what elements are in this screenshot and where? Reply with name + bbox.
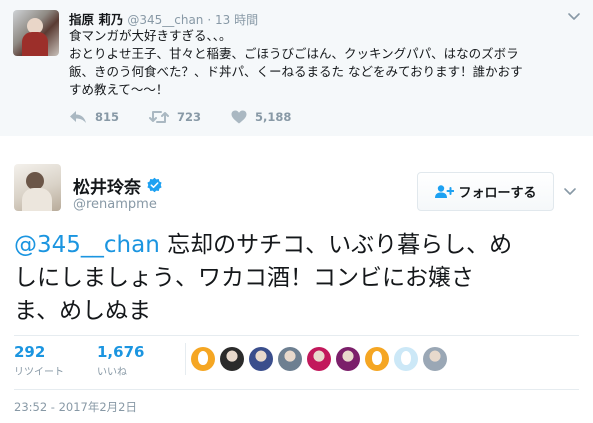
mention-link[interactable]: @345__chan xyxy=(14,232,160,258)
retweet-count: 723 xyxy=(177,110,202,124)
retweet-stat[interactable]: 292 リツイート xyxy=(14,343,64,378)
follow-button[interactable]: フォローする xyxy=(417,172,554,211)
liker-avatar[interactable] xyxy=(394,347,418,371)
parent-author-handle[interactable]: @345__chan xyxy=(127,13,203,27)
reply-icon xyxy=(70,111,86,123)
liker-avatars xyxy=(191,347,452,373)
divider xyxy=(185,343,186,375)
parent-text-line: 食マンガが大好きすぎる、、。 xyxy=(69,28,232,43)
like-button[interactable]: 5,188 xyxy=(231,110,291,124)
main-author-name[interactable]: 松井玲奈 xyxy=(73,173,141,198)
follow-person-plus-icon xyxy=(435,184,455,198)
main-text-line: しにしましょう、ワカコ酒！コンビにお嬢さ xyxy=(14,265,474,291)
main-author-name-row[interactable]: 松井玲奈 xyxy=(73,173,163,198)
main-author-handle[interactable]: @renampme xyxy=(73,197,157,212)
like-stat-count: 1,676 xyxy=(97,343,145,361)
main-text-line: ま、めしぬま xyxy=(14,298,152,324)
reply-button[interactable]: 815 xyxy=(69,110,119,124)
like-count: 5,188 xyxy=(255,110,292,124)
main-tweet-text: @345__chan 忘却のサチコ、いぶり暮らし、め しにしましょう、ワカコ酒！… xyxy=(14,229,584,328)
parent-text-line: おとりよせ王子、甘々と稲妻、ごほうびごはん、クッキングパパ、はなのズボラ xyxy=(69,46,519,61)
liker-avatar[interactable] xyxy=(249,347,273,371)
liker-avatar[interactable] xyxy=(307,347,331,371)
parent-text-line: すめ教えて〜〜！ xyxy=(69,82,169,97)
liker-avatar[interactable] xyxy=(423,347,447,371)
like-stat[interactable]: 1,676 いいね xyxy=(97,343,144,378)
parent-author-name[interactable]: 指原 莉乃 xyxy=(69,12,123,27)
parent-tweet[interactable]: 指原 莉乃 @345__chan · 13 時間 食マンガが大好きすぎる、、。 … xyxy=(0,0,593,136)
liker-avatar[interactable] xyxy=(191,347,215,371)
retweet-button[interactable]: 723 xyxy=(149,110,201,124)
main-avatar[interactable] xyxy=(14,164,61,211)
parent-tweet-text: 食マンガが大好きすぎる、、。 おとりよせ王子、甘々と稲妻、ごほうびごはん、クッキ… xyxy=(69,27,583,99)
parent-header: 指原 莉乃 @345__chan · 13 時間 xyxy=(69,9,258,27)
like-stat-label: いいね xyxy=(97,367,127,378)
chevron-down-icon[interactable] xyxy=(566,8,582,24)
parent-avatar[interactable] xyxy=(13,10,59,56)
verified-badge-icon xyxy=(147,177,162,193)
parent-text-line: 飯、きのう何食べた？、ド丼パ、くーねるまるた などをみております！誰かおす xyxy=(69,64,523,79)
liker-avatar[interactable] xyxy=(365,347,389,371)
retweet-icon xyxy=(149,111,170,123)
liker-avatar[interactable] xyxy=(336,347,360,371)
parent-timestamp[interactable]: · 13 時間 xyxy=(207,13,258,27)
main-text-line: @345__chan 忘却のサチコ、いぶり暮らし、め xyxy=(14,229,584,262)
heart-icon xyxy=(231,110,247,124)
divider xyxy=(14,335,579,336)
reply-count: 815 xyxy=(95,110,120,124)
main-text-line-1: 忘却のサチコ、いぶり暮らし、め xyxy=(159,232,513,258)
main-timestamp[interactable]: 23:52 - 2017年2月2日 xyxy=(14,399,137,415)
retweet-stat-count: 292 xyxy=(14,343,46,361)
parent-actions: 815 723 5,188 xyxy=(69,108,321,126)
liker-avatar[interactable] xyxy=(278,347,302,371)
retweet-stat-label: リツイート xyxy=(14,367,64,378)
liker-avatar[interactable] xyxy=(220,347,244,371)
follow-label: フォローする xyxy=(458,186,537,201)
chevron-down-icon[interactable] xyxy=(562,183,578,199)
divider xyxy=(14,389,579,390)
